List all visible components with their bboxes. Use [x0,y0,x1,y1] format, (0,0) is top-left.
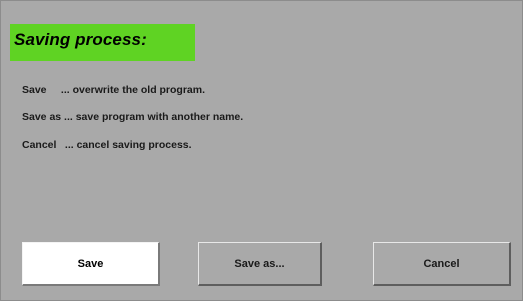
description-text-save-as: ... save program with another name. [64,111,244,123]
save-button[interactable]: Save [22,242,160,286]
description-text-save: ... overwrite the old program. [60,84,206,96]
save-dialog: Saving process: Save ... overwrite the o… [0,0,523,301]
save-as-button[interactable]: Save as... [198,242,322,286]
description-text-cancel: ... cancel saving process. [64,139,192,151]
description-save-as: Save as ... save program with another na… [22,111,243,123]
description-key-save-as: Save as [22,111,62,123]
description-save: Save ... overwrite the old program. [22,84,205,96]
dialog-title-bar: Saving process: [10,24,195,61]
description-key-save: Save [22,84,47,96]
dialog-title: Saving process: [14,30,147,49]
cancel-button[interactable]: Cancel [373,242,511,286]
description-cancel: Cancel ... cancel saving process. [22,139,192,151]
save-as-button-label: Save as... [234,257,285,270]
save-button-label: Save [77,257,104,270]
cancel-button-label: Cancel [423,257,460,270]
description-key-cancel: Cancel [22,139,57,151]
